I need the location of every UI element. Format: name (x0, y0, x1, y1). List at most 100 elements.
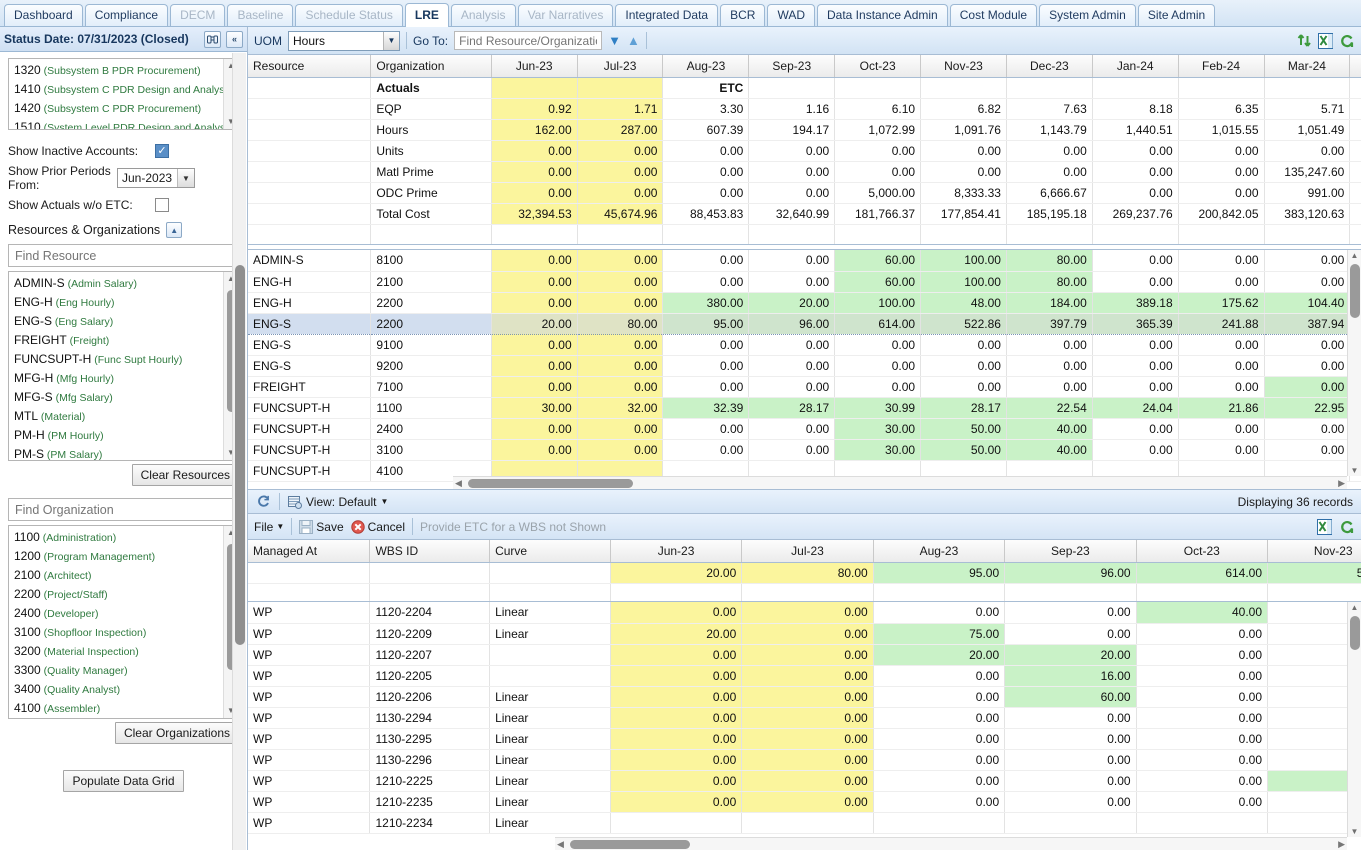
resource-list-item[interactable]: MFG-S (Mfg Salary) (9, 388, 223, 407)
cell-value[interactable]: 100.00 (920, 271, 1007, 293)
cell-value[interactable]: 135,247.60 (1264, 161, 1351, 183)
cell-value[interactable]: 0.00 (873, 791, 1006, 813)
cell-value[interactable] (873, 812, 1006, 834)
cell-value[interactable]: 200,842.05 (1178, 203, 1265, 225)
cell-value[interactable]: 0.00 (834, 376, 922, 398)
cell-value[interactable]: 0.00 (920, 140, 1007, 162)
scroll-thumb[interactable] (570, 840, 690, 849)
cell-value[interactable]: 0.00 (491, 355, 578, 377)
cell-value[interactable]: 0.00 (1136, 749, 1269, 771)
tab-var-narratives[interactable]: Var Narratives (517, 4, 614, 26)
cell-value[interactable]: 0.00 (577, 271, 664, 293)
scroll-up-icon[interactable]: ▲ (1348, 250, 1361, 261)
detail-row[interactable]: WP1120-2206Linear0.000.000.0060.000.000.… (248, 686, 1361, 708)
cell-value[interactable]: 0.00 (1178, 334, 1265, 356)
cell-value[interactable]: 0.00 (1264, 271, 1351, 293)
cell-value[interactable]: 0.00 (1264, 439, 1351, 461)
cell-value[interactable]: 614.00 (834, 312, 922, 335)
cell-value[interactable]: 22.95 (1264, 397, 1351, 419)
cell-value[interactable]: 0.00 (577, 376, 664, 398)
cell-value[interactable]: 4.59 (1349, 98, 1361, 120)
cell-value[interactable] (1178, 77, 1265, 99)
cell-value[interactable]: 1,051.49 (1264, 119, 1351, 141)
cell-value[interactable]: 0.00 (1264, 355, 1351, 377)
cell-value[interactable]: 0.00 (1004, 602, 1137, 624)
cell-value[interactable]: 111,156.00 (1349, 161, 1361, 183)
cell-value[interactable]: 0.00 (741, 707, 874, 729)
organization-list-item[interactable]: 3200 (Material Inspection) (9, 642, 223, 661)
cell-value[interactable]: 287.00 (577, 119, 664, 141)
summary-row[interactable]: ODC Prime 0.00 0.00 0.00 0.00 5,000.00 8,333.3… (248, 182, 1361, 204)
find-organization-input[interactable] (8, 498, 239, 521)
cell-value[interactable] (834, 77, 922, 99)
cell-value[interactable]: 0.00 (873, 665, 1006, 687)
cell-value[interactable]: 0.00 (748, 250, 836, 272)
resource-list-item[interactable]: MFG-H (Mfg Hourly) (9, 369, 223, 388)
cell-value[interactable] (748, 77, 836, 99)
detail-grid-vscrollbar[interactable]: ▲ ▼ (1347, 602, 1361, 837)
resource-list-item[interactable]: ADMIN-S (Admin Salary) (9, 274, 223, 293)
cell-value[interactable]: 0.00 (873, 707, 1006, 729)
cell-value[interactable]: 0.00 (748, 439, 836, 461)
cell-value[interactable]: 0.00 (1178, 376, 1265, 398)
detail-grid-hscrollbar[interactable]: ◀ ▶ (555, 837, 1347, 850)
cell-value[interactable]: 0.00 (1178, 271, 1265, 293)
cell-value[interactable]: 387.94 (1264, 312, 1351, 335)
cell-value[interactable]: 8,333.33 (920, 182, 1007, 204)
detail-row[interactable]: WP1120-22050.000.000.0016.000.000.000.00 (248, 665, 1361, 687)
organization-list-item[interactable]: 3300 (Quality Manager) (9, 661, 223, 680)
column-header[interactable]: Jun-23 (491, 55, 578, 78)
cell-value[interactable]: 80.00 (1006, 271, 1093, 293)
cell-value[interactable]: 6.35 (1178, 98, 1265, 120)
cell-value[interactable]: 0.00 (491, 292, 578, 314)
sort-updown-icon[interactable] (1297, 33, 1312, 48)
cell-value[interactable]: 6,666.67 (1006, 182, 1093, 204)
detail-row[interactable]: WP1130-2295Linear0.000.000.000.000.000.0… (248, 728, 1361, 750)
cell-value[interactable]: 0.00 (662, 418, 750, 440)
cell-value[interactable]: 389.18 (1092, 292, 1179, 314)
organization-list-item[interactable]: 1100 (Administration) (9, 528, 223, 547)
view-selector[interactable]: View: Default ▼ (288, 495, 388, 509)
cell-value[interactable]: 0.00 (610, 791, 743, 813)
resource-grid-hscrollbar[interactable]: ◀ ▶ (453, 476, 1347, 489)
cell-value[interactable]: 0.00 (1136, 791, 1269, 813)
column-header[interactable]: Oct-23 (834, 55, 922, 78)
organization-list-item[interactable]: 2100 (Architect) (9, 566, 223, 585)
cell-value[interactable]: 0.00 (662, 334, 750, 356)
cell-value[interactable]: 1.71 (577, 98, 664, 120)
cell-value[interactable]: 241.88 (1178, 312, 1265, 335)
cell-value[interactable] (1092, 77, 1179, 99)
cell-value[interactable]: 60.00 (834, 271, 922, 293)
cell-value[interactable]: 0.00 (1092, 334, 1179, 356)
column-header[interactable]: Sep-23 (1004, 540, 1137, 563)
cell-value[interactable]: 0.00 (1004, 770, 1137, 792)
chevron-down-icon[interactable]: ▼ (177, 169, 194, 187)
cell-value[interactable]: 0.00 (577, 334, 664, 356)
cell-value[interactable]: 0.00 (1004, 728, 1137, 750)
cell-value[interactable]: 0.00 (1264, 250, 1351, 272)
cell-value[interactable]: 397.79 (1006, 312, 1093, 335)
cell-value[interactable] (1004, 812, 1137, 834)
cell-value[interactable]: 0.00 (1178, 355, 1265, 377)
cell-value[interactable]: 734.56 (1349, 119, 1361, 141)
cell-value[interactable] (1349, 77, 1361, 99)
cell-value[interactable]: 0.00 (577, 292, 664, 314)
cell-value[interactable]: 0.00 (1092, 439, 1179, 461)
cell-value[interactable]: 0.00 (662, 250, 750, 272)
tab-system-admin[interactable]: System Admin (1039, 4, 1136, 26)
cell-value[interactable]: 20.00 (610, 623, 743, 645)
cell-value[interactable]: 60.00 (1004, 686, 1137, 708)
tab-compliance[interactable]: Compliance (84, 4, 169, 26)
cell-value[interactable]: 0.00 (577, 355, 664, 377)
cell-value[interactable]: 50.00 (920, 439, 1007, 461)
cell-value[interactable]: 0.00 (1092, 250, 1179, 272)
tab-integrated-data[interactable]: Integrated Data (615, 4, 719, 26)
cell-value[interactable]: 0.00 (610, 749, 743, 771)
cell-value[interactable]: 30.99 (834, 397, 922, 419)
cell-value[interactable]: 30.00 (834, 418, 922, 440)
column-header[interactable]: Apr-24 (1349, 55, 1361, 78)
cell-value[interactable]: 0.00 (1178, 418, 1265, 440)
cell-value[interactable] (741, 812, 874, 834)
cell-value[interactable]: 0.00 (834, 355, 922, 377)
cell-value[interactable]: 0.00 (920, 334, 1007, 356)
